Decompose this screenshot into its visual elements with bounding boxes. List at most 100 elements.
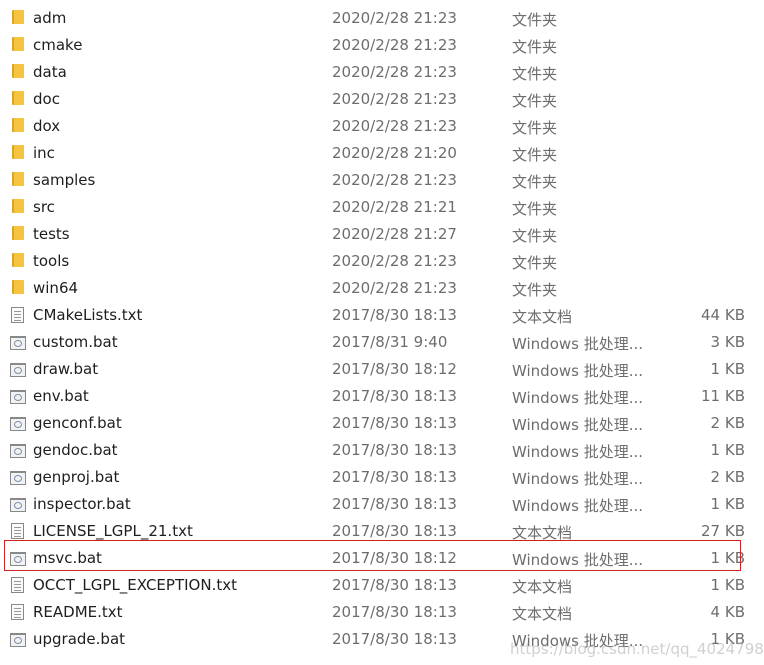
file-date: 2020/2/28 21:23	[332, 36, 457, 54]
file-type: 文件夹	[512, 281, 558, 299]
file-name: data	[33, 63, 67, 81]
batch-file-icon	[10, 336, 26, 350]
file-size: 1 KB	[710, 576, 745, 594]
file-date: 2020/2/28 21:20	[332, 144, 457, 162]
file-type: 文本文档	[512, 578, 573, 596]
file-name: README.txt	[33, 603, 123, 621]
folder-icon	[12, 253, 24, 267]
file-name: inc	[33, 144, 55, 162]
file-name: adm	[33, 9, 67, 27]
file-date: 2017/8/30 18:13	[332, 630, 457, 648]
file-row[interactable]: OCCT_LGPL_EXCEPTION.txt 2017/8/30 18:13 …	[0, 571, 764, 598]
file-type: 文件夹	[512, 200, 558, 218]
batch-file-icon	[10, 633, 26, 647]
file-type: Windows 批处理...	[512, 416, 644, 434]
file-type: Windows 批处理...	[512, 362, 644, 380]
file-name: samples	[33, 171, 96, 189]
file-type: 文件夹	[512, 254, 558, 272]
file-row[interactable]: genconf.bat 2017/8/30 18:13 Windows 批处理.…	[0, 409, 764, 436]
batch-file-icon	[10, 417, 26, 431]
file-name: src	[33, 198, 55, 216]
file-date: 2017/8/31 9:40	[332, 333, 448, 351]
file-row[interactable]: src 2020/2/28 21:21 文件夹	[0, 193, 764, 220]
file-row[interactable]: data 2020/2/28 21:23 文件夹	[0, 58, 764, 85]
file-date: 2017/8/30 18:13	[332, 387, 457, 405]
file-date: 2017/8/30 18:13	[332, 576, 457, 594]
batch-file-icon	[10, 444, 26, 458]
folder-icon	[12, 172, 24, 186]
file-row[interactable]: dox 2020/2/28 21:23 文件夹	[0, 112, 764, 139]
file-row[interactable]: draw.bat 2017/8/30 18:12 Windows 批处理... …	[0, 355, 764, 382]
file-name: tools	[33, 252, 70, 270]
folder-icon	[12, 226, 24, 240]
file-date: 2020/2/28 21:21	[332, 198, 457, 216]
folder-icon	[12, 64, 24, 78]
file-type: 文件夹	[512, 65, 558, 83]
folder-icon	[12, 10, 24, 24]
file-date: 2020/2/28 21:27	[332, 225, 457, 243]
file-row[interactable]: inc 2020/2/28 21:20 文件夹	[0, 139, 764, 166]
file-row[interactable]: CMakeLists.txt 2017/8/30 18:13 文本文档 44 K…	[0, 301, 764, 328]
file-date: 2020/2/28 21:23	[332, 9, 457, 27]
file-type: 文件夹	[512, 11, 558, 29]
folder-icon	[12, 118, 24, 132]
file-date: 2017/8/30 18:13	[332, 468, 457, 486]
file-type: 文本文档	[512, 605, 573, 623]
file-row[interactable]: tests 2020/2/28 21:27 文件夹	[0, 220, 764, 247]
file-size: 44 KB	[701, 306, 745, 324]
file-type: 文件夹	[512, 119, 558, 137]
file-name: LICENSE_LGPL_21.txt	[33, 522, 193, 540]
folder-icon	[12, 280, 24, 294]
file-row[interactable]: README.txt 2017/8/30 18:13 文本文档 4 KB	[0, 598, 764, 625]
file-date: 2020/2/28 21:23	[332, 117, 457, 135]
file-type: Windows 批处理...	[512, 443, 644, 461]
file-row[interactable]: custom.bat 2017/8/31 9:40 Windows 批处理...…	[0, 328, 764, 355]
text-file-icon	[11, 307, 24, 323]
file-name: CMakeLists.txt	[33, 306, 143, 324]
file-size: 11 KB	[701, 387, 745, 405]
file-date: 2017/8/30 18:13	[332, 441, 457, 459]
file-row[interactable]: env.bat 2017/8/30 18:13 Windows 批处理... 1…	[0, 382, 764, 409]
file-name: genproj.bat	[33, 468, 120, 486]
file-size: 2 KB	[710, 468, 745, 486]
file-name: tests	[33, 225, 70, 243]
file-type: 文件夹	[512, 92, 558, 110]
file-type: Windows 批处理...	[512, 389, 644, 407]
file-size: 1 KB	[710, 441, 745, 459]
highlight-box	[4, 540, 741, 571]
file-date: 2020/2/28 21:23	[332, 252, 457, 270]
file-row[interactable]: inspector.bat 2017/8/30 18:13 Windows 批处…	[0, 490, 764, 517]
file-date: 2020/2/28 21:23	[332, 171, 457, 189]
file-date: 2017/8/30 18:13	[332, 522, 457, 540]
file-row[interactable]: genproj.bat 2017/8/30 18:13 Windows 批处理.…	[0, 463, 764, 490]
file-name: cmake	[33, 36, 83, 54]
text-file-icon	[11, 523, 24, 539]
file-size: 2 KB	[710, 414, 745, 432]
file-size: 4 KB	[710, 603, 745, 621]
file-row[interactable]: win64 2020/2/28 21:23 文件夹	[0, 274, 764, 301]
file-name: genconf.bat	[33, 414, 122, 432]
folder-icon	[12, 199, 24, 213]
file-row[interactable]: gendoc.bat 2017/8/30 18:13 Windows 批处理..…	[0, 436, 764, 463]
file-type: Windows 批处理...	[512, 497, 644, 515]
file-size: 1 KB	[710, 360, 745, 378]
file-row[interactable]: samples 2020/2/28 21:23 文件夹	[0, 166, 764, 193]
watermark: https://blog.csdn.net/qq_40247982	[510, 640, 764, 658]
file-row[interactable]: doc 2020/2/28 21:23 文件夹	[0, 85, 764, 112]
batch-file-icon	[10, 471, 26, 485]
file-type: Windows 批处理...	[512, 470, 644, 488]
file-row[interactable]: tools 2020/2/28 21:23 文件夹	[0, 247, 764, 274]
file-date: 2017/8/30 18:13	[332, 414, 457, 432]
file-name: doc	[33, 90, 60, 108]
file-type: 文本文档	[512, 308, 573, 326]
file-row[interactable]: adm 2020/2/28 21:23 文件夹	[0, 4, 764, 31]
file-name: win64	[33, 279, 79, 297]
file-type: 文件夹	[512, 173, 558, 191]
file-type: 文件夹	[512, 38, 558, 56]
file-type: 文件夹	[512, 227, 558, 245]
file-date: 2017/8/30 18:12	[332, 360, 457, 378]
file-row[interactable]: cmake 2020/2/28 21:23 文件夹	[0, 31, 764, 58]
file-size: 3 KB	[710, 333, 745, 351]
folder-icon	[12, 37, 24, 51]
file-type: Windows 批处理...	[512, 335, 644, 353]
